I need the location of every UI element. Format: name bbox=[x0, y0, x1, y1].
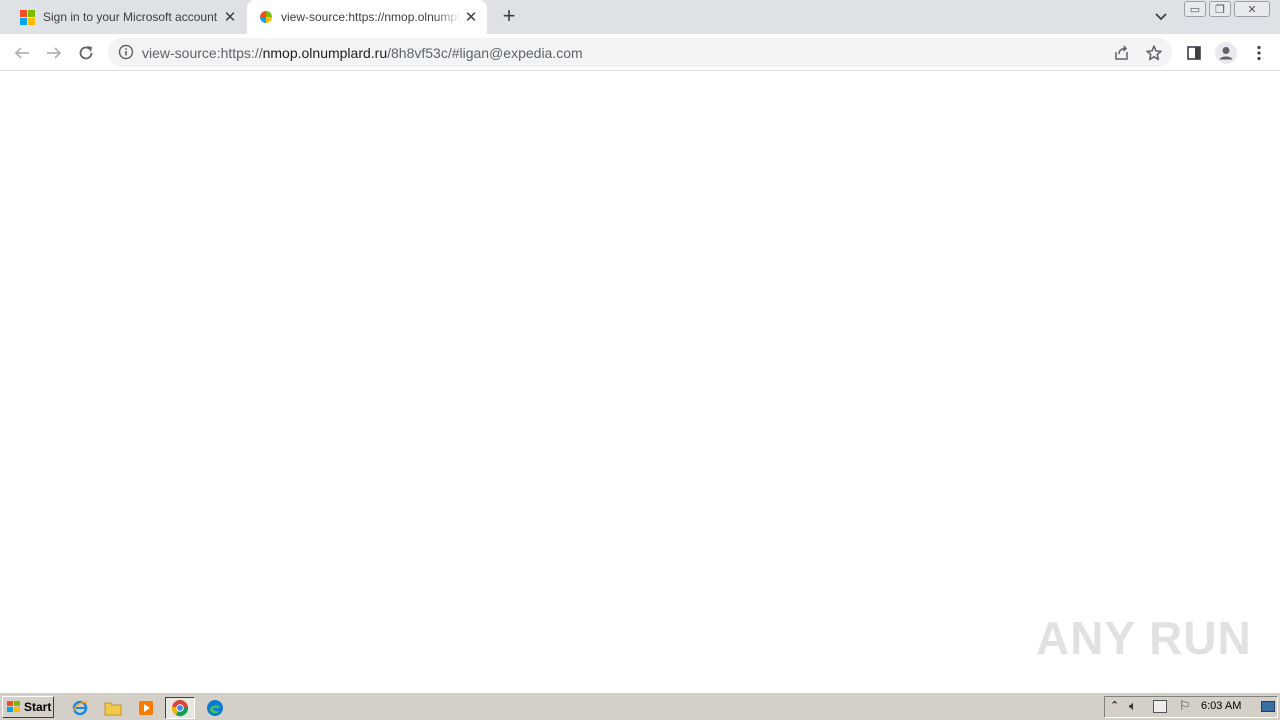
minimize-window-icon[interactable]: ▭ bbox=[1184, 1, 1206, 17]
tab-strip: Sign in to your Microsoft account ✕ view… bbox=[0, 0, 1280, 34]
watermark-text: ANY RUN bbox=[1036, 612, 1252, 664]
person-icon bbox=[1219, 47, 1233, 60]
tab-title: Sign in to your Microsoft account bbox=[43, 10, 218, 24]
side-panel-button[interactable] bbox=[1183, 42, 1205, 64]
microsoft-colorful-icon bbox=[260, 11, 272, 23]
address-bar[interactable]: view-source:https://nmop.olnumplard.ru/8… bbox=[108, 38, 1172, 67]
media-player-icon[interactable] bbox=[135, 697, 157, 719]
url-text[interactable]: view-source:https://nmop.olnumplard.ru/8… bbox=[142, 45, 583, 61]
forward-button[interactable] bbox=[41, 40, 67, 66]
tab-search-chevron-icon[interactable] bbox=[1151, 8, 1171, 26]
taskbar: Start ⌃ 🔈︎ ⚐ 6:03 AM bbox=[0, 692, 1280, 720]
microsoft-logo-icon bbox=[20, 9, 35, 25]
edge-icon[interactable] bbox=[204, 697, 226, 719]
tab-microsoft-signin[interactable]: Sign in to your Microsoft account ✕ bbox=[8, 0, 246, 34]
anyrun-watermark: ANY RUN bbox=[1036, 606, 1252, 670]
menu-button[interactable] bbox=[1248, 42, 1270, 64]
start-label: Start bbox=[24, 700, 52, 714]
chrome-icon[interactable] bbox=[165, 697, 195, 719]
system-tray: ⌃ 🔈︎ ⚐ bbox=[1104, 696, 1278, 718]
restore-window-icon[interactable]: ❐ bbox=[1209, 1, 1231, 17]
profile-button[interactable] bbox=[1215, 42, 1237, 64]
avatar bbox=[1215, 42, 1237, 64]
tab-view-source[interactable]: view-source:https://nmop.olnumplard.ru/8… bbox=[247, 0, 487, 34]
kebab-menu-icon bbox=[1257, 45, 1261, 61]
action-center-flag-icon[interactable]: ⚐ bbox=[1179, 698, 1191, 714]
bookmark-star-icon[interactable] bbox=[1145, 44, 1163, 62]
clock[interactable]: 6:03 AM bbox=[1201, 700, 1241, 712]
side-panel-icon bbox=[1187, 46, 1201, 60]
url-host: nmop.olnumplard.ru bbox=[262, 45, 388, 61]
share-icon[interactable] bbox=[1113, 44, 1131, 62]
back-arrow-icon bbox=[14, 47, 29, 59]
tray-expand-icon[interactable]: ⌃ bbox=[1110, 699, 1119, 712]
close-tab-icon[interactable]: ✕ bbox=[220, 7, 240, 27]
site-info-icon[interactable] bbox=[118, 44, 134, 60]
internet-explorer-icon[interactable] bbox=[69, 697, 91, 719]
reload-button[interactable] bbox=[73, 40, 99, 66]
start-button[interactable]: Start bbox=[2, 696, 54, 718]
file-explorer-icon[interactable] bbox=[102, 697, 124, 719]
tab-title: view-source:https://nmop.olnumplard.ru/8… bbox=[281, 10, 461, 24]
reload-icon bbox=[79, 46, 93, 60]
show-desktop-icon[interactable] bbox=[1261, 701, 1275, 712]
close-tab-icon[interactable]: ✕ bbox=[461, 7, 481, 27]
network-icon[interactable] bbox=[1153, 700, 1167, 713]
url-scheme: view-source:https:// bbox=[142, 45, 263, 61]
new-tab-button[interactable]: + bbox=[498, 5, 520, 28]
browser-toolbar: view-source:https://nmop.olnumplard.ru/8… bbox=[0, 34, 1280, 71]
volume-icon[interactable]: 🔈︎ bbox=[1129, 698, 1137, 714]
back-button[interactable] bbox=[9, 40, 35, 66]
page-content bbox=[0, 72, 1280, 692]
url-path: /8h8vf53c/#ligan@expedia.com bbox=[387, 45, 583, 61]
forward-arrow-icon bbox=[47, 47, 62, 59]
windows-flag-icon bbox=[7, 701, 20, 712]
close-window-icon[interactable]: ✕ bbox=[1234, 1, 1270, 17]
